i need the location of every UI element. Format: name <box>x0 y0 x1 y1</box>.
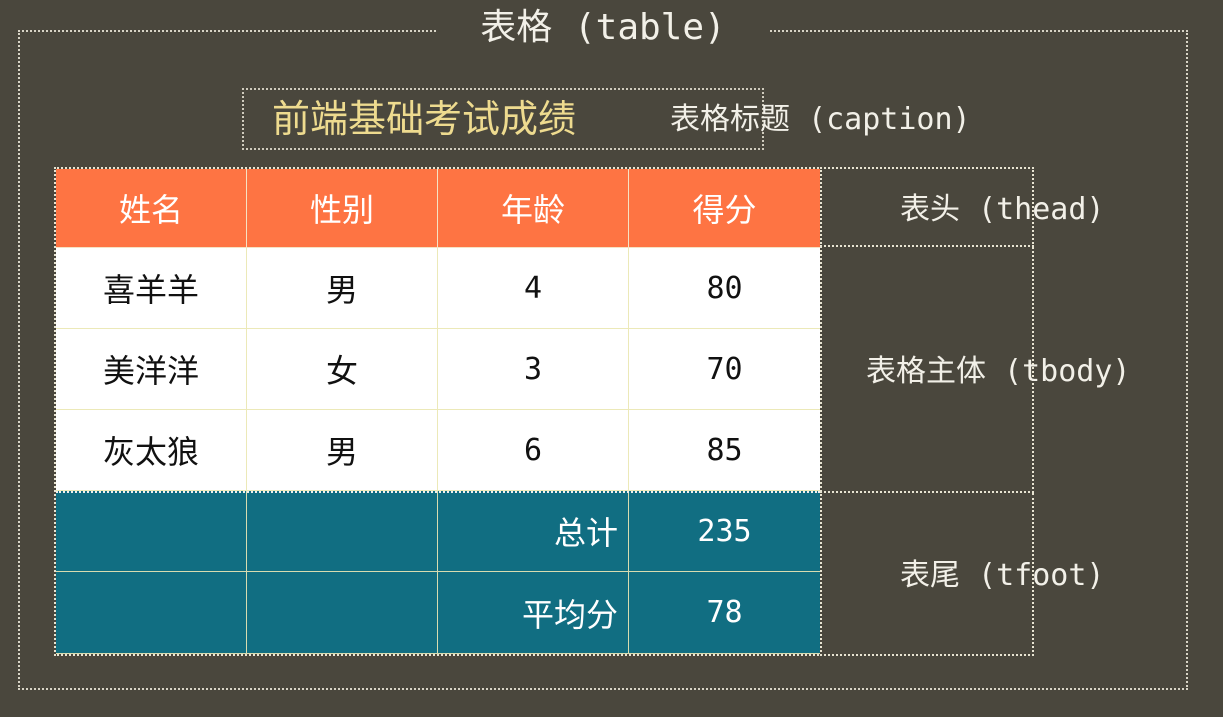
header-cell-name: 姓名 <box>56 169 247 248</box>
cell-name: 灰太狼 <box>56 410 247 491</box>
footer-cell-empty <box>247 491 438 572</box>
footer-cell-label: 平均分 <box>438 572 629 654</box>
table-header-row: 姓名 性别 年龄 得分 <box>56 169 820 248</box>
header-cell-age: 年龄 <box>438 169 629 248</box>
thead-label: 表头 (thead) <box>900 192 1105 227</box>
cell-score: 85 <box>629 410 820 491</box>
footer-cell-total: 235 <box>629 491 820 572</box>
footer-cell-average: 78 <box>629 572 820 654</box>
table-row: 喜羊羊 男 4 80 <box>56 248 820 329</box>
cell-name: 美洋洋 <box>56 329 247 410</box>
table-row: 美洋洋 女 3 70 <box>56 329 820 410</box>
tfoot-divider <box>56 491 820 493</box>
tfoot-label: 表尾 (tfoot) <box>900 558 1105 593</box>
score-table: 姓名 性别 年龄 得分 喜羊羊 男 4 80 美洋洋 女 3 70 灰太狼 男 … <box>54 167 822 656</box>
table-row: 灰太狼 男 6 85 <box>56 410 820 491</box>
cell-gender: 男 <box>247 410 438 491</box>
cell-age: 6 <box>438 410 629 491</box>
footer-cell-empty <box>247 572 438 654</box>
cell-gender: 女 <box>247 329 438 410</box>
caption-text: 前端基础考试成绩 <box>272 97 577 141</box>
cell-age: 3 <box>438 329 629 410</box>
footer-cell-empty <box>56 491 247 572</box>
table-label: 表格 (table) <box>438 4 768 52</box>
cell-age: 4 <box>438 248 629 329</box>
header-cell-score: 得分 <box>629 169 820 248</box>
cell-gender: 男 <box>247 248 438 329</box>
cell-score: 70 <box>629 329 820 410</box>
footer-cell-empty <box>56 572 247 654</box>
cell-score: 80 <box>629 248 820 329</box>
cell-name: 喜羊羊 <box>56 248 247 329</box>
tbody-label: 表格主体 (tbody) <box>866 354 1131 389</box>
table-footer-row: 平均分 78 <box>56 572 820 654</box>
footer-cell-label: 总计 <box>438 491 629 572</box>
caption-label: 表格标题 (caption) <box>670 102 971 137</box>
header-cell-gender: 性别 <box>247 169 438 248</box>
table-footer-row: 总计 235 <box>56 491 820 572</box>
